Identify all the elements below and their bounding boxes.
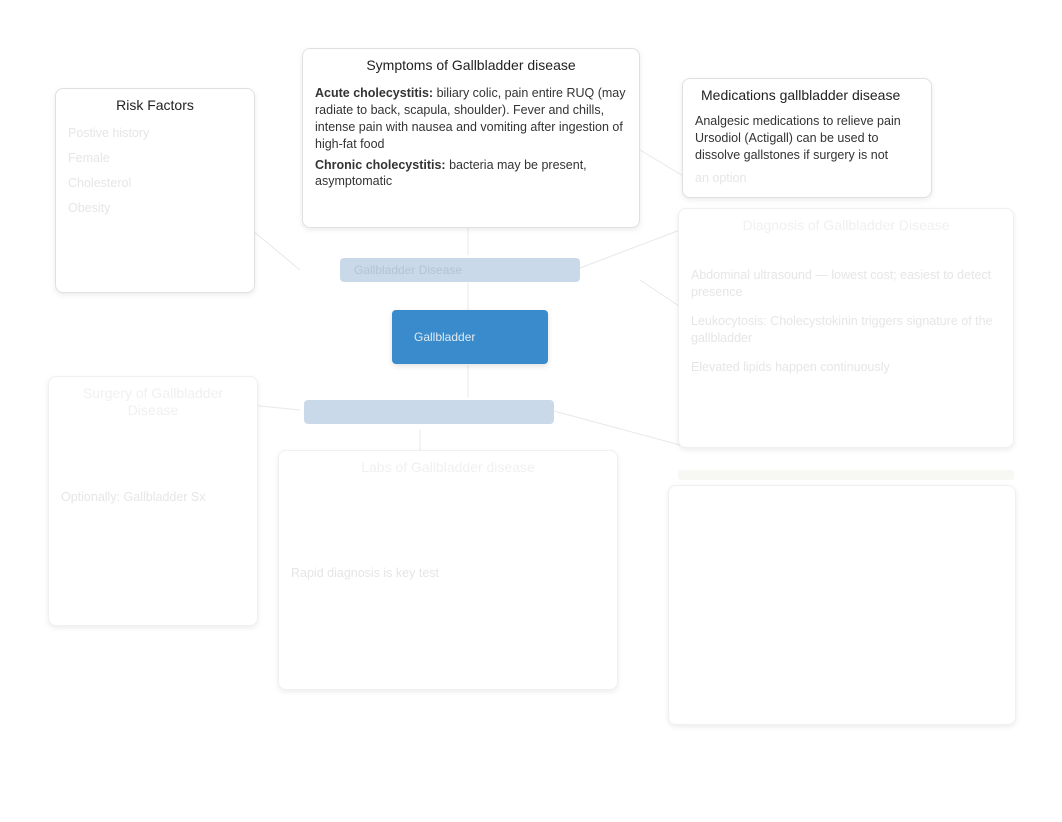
risk-factors-item: Obesity [68,200,242,217]
diagnosis-title: Diagnosis of Gallbladder Disease [691,217,1001,237]
chronic-label: Chronic cholecystitis: [315,158,446,172]
strip-1 [678,470,1014,480]
med-line-3: an option [695,170,919,187]
labs-body: Rapid diagnosis is key test [291,485,605,582]
risk-factors-item: Cholesterol [68,175,242,192]
bottom-pill [304,400,554,424]
acute-label: Acute cholecystitis: [315,86,433,100]
bottom-right-node [668,485,1016,725]
labs-node: Labs of Gallbladder disease Rapid diagno… [278,450,618,690]
risk-factors-body: Postive history Female Cholesterol Obesi… [68,125,242,217]
surgery-title: Surgery of Gallbladder Disease [61,385,245,423]
medications-body: Analgesic medications to relieve pain Ur… [695,113,919,187]
labs-title: Labs of Gallbladder disease [291,459,605,479]
surgery-line: Optionally: Gallbladder Sx [61,489,245,506]
symptoms-body: Acute cholecystitis: biliary colic, pain… [315,85,627,190]
surgery-node: Surgery of Gallbladder Disease Optionall… [48,376,258,626]
main-pill-label: Gallbladder [414,330,475,344]
diagnosis-body: Abdominal ultrasound — lowest cost; easi… [691,267,1001,375]
medications-node: Medications gallbladder disease Analgesi… [682,78,932,198]
diagnosis-node: Diagnosis of Gallbladder Disease Abdomin… [678,208,1014,448]
labs-line: Rapid diagnosis is key test [291,565,605,582]
top-pill-label: Gallbladder Disease [354,263,462,277]
diag-line-1: Abdominal ultrasound — lowest cost; easi… [691,267,1001,301]
risk-factors-node: Risk Factors Postive history Female Chol… [55,88,255,293]
diag-line-3: Elevated lipids happen continuously [691,359,1001,376]
risk-factors-item: Postive history [68,125,242,142]
main-pill: Gallbladder [392,310,548,364]
diag-line-2: Leukocytosis: Cholecystokinin triggers s… [691,313,1001,347]
medications-title: Medications gallbladder disease [695,87,919,107]
med-line-1: Analgesic medications to relieve pain [695,113,919,130]
surgery-body: Optionally: Gallbladder Sx [61,429,245,506]
symptoms-title: Symptoms of Gallbladder disease [315,57,627,77]
symptoms-node: Symptoms of Gallbladder disease Acute ch… [302,48,640,228]
risk-factors-title: Risk Factors [68,97,242,117]
risk-factors-item: Female [68,150,242,167]
top-pill: Gallbladder Disease [340,258,580,282]
med-line-2: Ursodiol (Actigall) can be used to disso… [695,130,919,164]
